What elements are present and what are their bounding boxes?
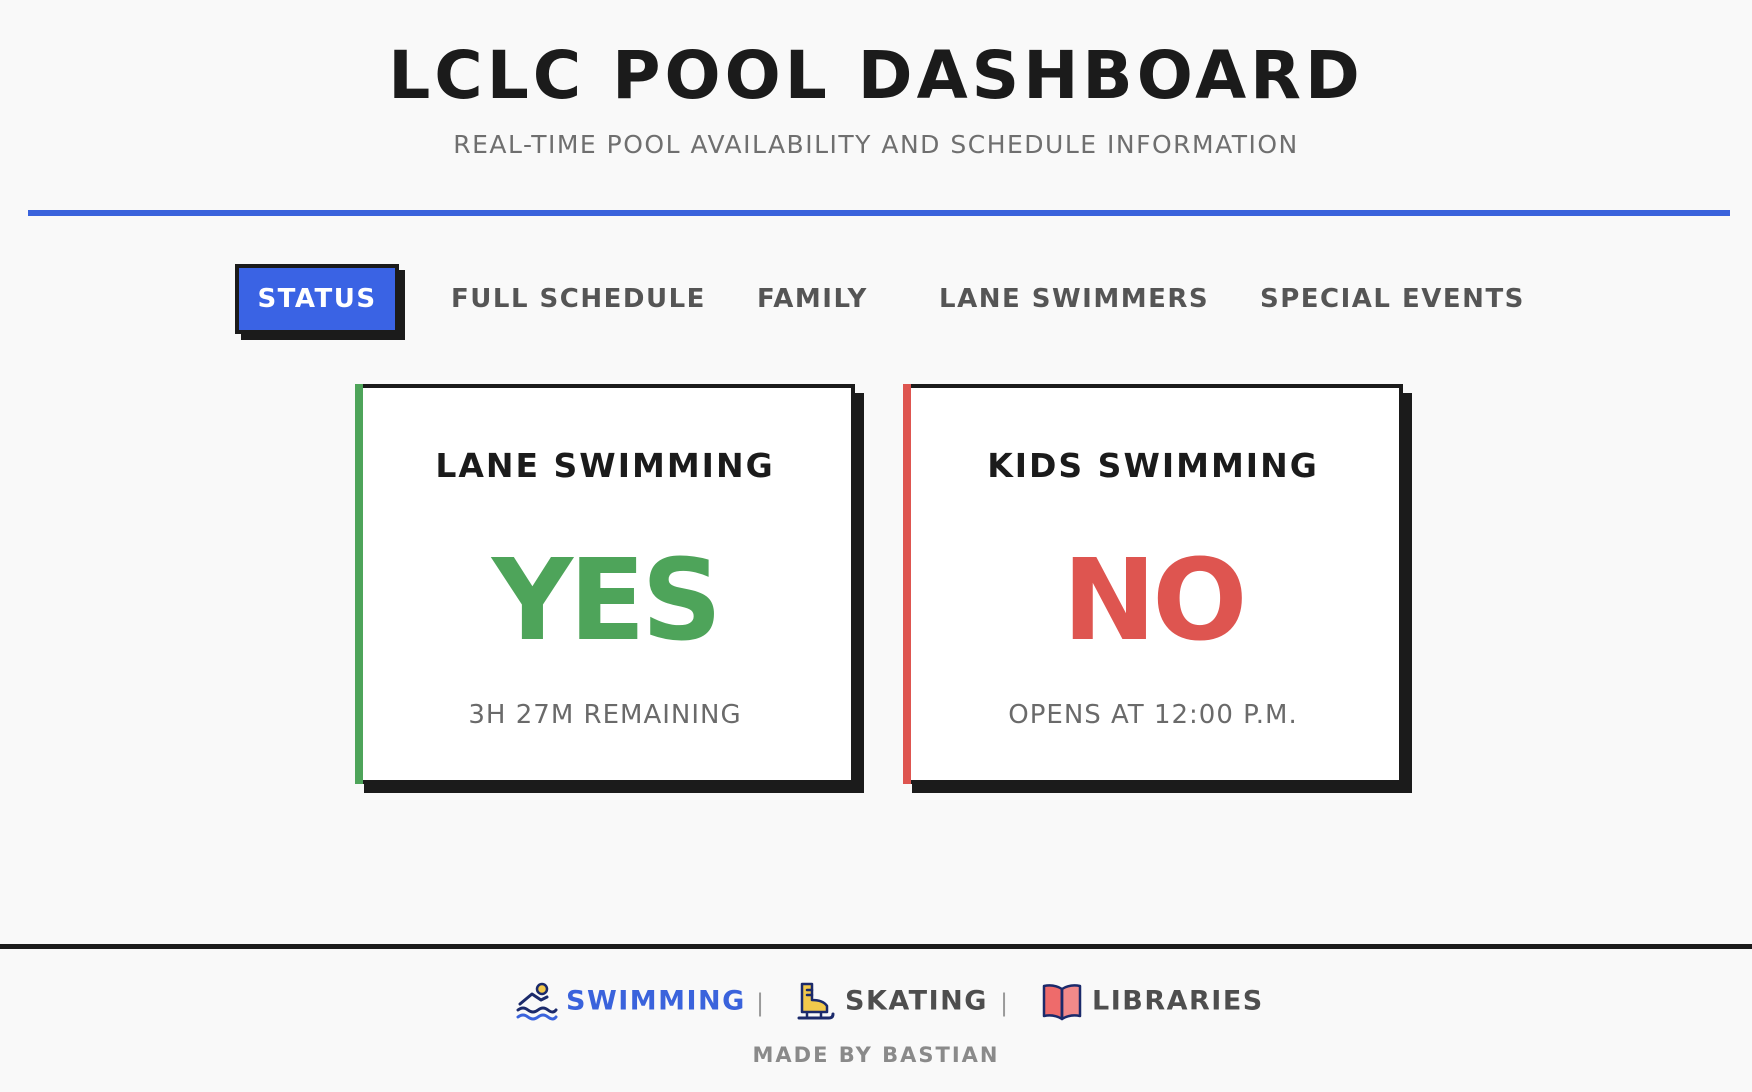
footer-separator: | (1000, 989, 1009, 1017)
footer-link-label: LIBRARIES (1092, 985, 1264, 1017)
tab-bar: STATUS FULL SCHEDULE FAMILY LANE SWIMMER… (0, 264, 1752, 336)
page-subtitle: REAL-TIME POOL AVAILABILITY AND SCHEDULE… (453, 130, 1299, 159)
kids-swimming-card: KIDS SWIMMING NO OPENS AT 12:00 P.M. (903, 384, 1403, 784)
book-icon (1040, 980, 1084, 1024)
footer-link-swimming[interactable]: SWIMMING (514, 976, 746, 1026)
footer-divider (0, 944, 1752, 949)
card-title: LANE SWIMMING (435, 446, 775, 485)
footer-link-label: SWIMMING (566, 985, 746, 1017)
tab-special-events[interactable]: SPECIAL EVENTS (1260, 264, 1525, 334)
page-title: LCLC POOL DASHBOARD (388, 37, 1364, 114)
status-indicator: NO (1062, 536, 1248, 666)
time-remaining: 3H 27M REMAINING (468, 700, 742, 730)
footer-separator: | (756, 989, 765, 1017)
ice-skate-icon (793, 980, 837, 1024)
tab-full-schedule[interactable]: FULL SCHEDULE (451, 264, 706, 334)
footer-link-label: SKATING (845, 985, 988, 1017)
footer-nav: SWIMMING | SKATING | LIBRARIES (0, 976, 1752, 1026)
status-indicator: YES (491, 536, 722, 666)
tab-family[interactable]: FAMILY (757, 264, 868, 334)
tab-status[interactable]: STATUS (235, 264, 399, 334)
dashboard-page: LCLC POOL DASHBOARD REAL-TIME POOL AVAIL… (0, 0, 1752, 1092)
card-title: KIDS SWIMMING (987, 446, 1319, 485)
swimmer-icon (514, 980, 558, 1024)
lane-swimming-card: LANE SWIMMING YES 3H 27M REMAINING (355, 384, 855, 784)
footer-link-skating[interactable]: SKATING (793, 976, 988, 1026)
tab-lane-swimmers[interactable]: LANE SWIMMERS (939, 264, 1209, 334)
header-divider (28, 210, 1730, 216)
footer-link-libraries[interactable]: LIBRARIES (1040, 976, 1264, 1026)
opening-time: OPENS AT 12:00 P.M. (1008, 700, 1298, 730)
author-credit: MADE BY BASTIAN (752, 1043, 1000, 1067)
